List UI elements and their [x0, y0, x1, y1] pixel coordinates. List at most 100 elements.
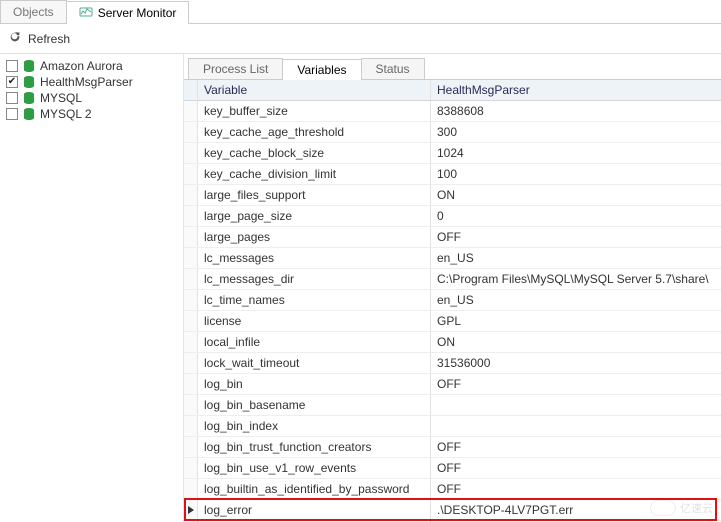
database-icon — [22, 91, 36, 105]
database-icon — [22, 107, 36, 121]
sidebar-item-label: MYSQL — [40, 91, 82, 105]
sub-tabs: Process List Variables Status — [184, 54, 721, 80]
sidebar-item[interactable]: Amazon Aurora — [6, 58, 177, 74]
row-gutter — [184, 164, 198, 184]
table-row[interactable]: log_binOFF — [184, 374, 721, 395]
table-row[interactable]: licenseGPL — [184, 311, 721, 332]
tab-server-monitor-label: Server Monitor — [98, 6, 177, 20]
row-gutter — [184, 458, 198, 478]
sidebar-item-label: MYSQL 2 — [40, 107, 92, 121]
cell-variable: log_bin_basename — [198, 395, 431, 415]
checkbox[interactable] — [6, 60, 18, 72]
cell-value: C:\Program Files\MySQL\MySQL Server 5.7\… — [431, 269, 721, 289]
table-row[interactable]: large_pagesOFF — [184, 227, 721, 248]
checkbox[interactable] — [6, 76, 18, 88]
cell-variable: log_bin_trust_function_creators — [198, 437, 431, 457]
table-row[interactable]: log_bin_index — [184, 416, 721, 437]
table-row[interactable]: lock_wait_timeout31536000 — [184, 353, 721, 374]
cell-value: en_US — [431, 248, 721, 268]
table-row[interactable]: local_infileON — [184, 332, 721, 353]
cell-variable: log_error — [198, 500, 431, 520]
cell-variable: key_cache_division_limit — [198, 164, 431, 184]
cell-variable: key_buffer_size — [198, 101, 431, 121]
table-row[interactable]: log_bin_basename — [184, 395, 721, 416]
cell-value: OFF — [431, 458, 721, 478]
cell-value: en_US — [431, 290, 721, 310]
table-row[interactable]: key_cache_block_size1024 — [184, 143, 721, 164]
table-row[interactable]: log_builtin_as_identified_by_passwordOFF — [184, 479, 721, 500]
cell-variable: license — [198, 311, 431, 331]
table-row[interactable]: key_buffer_size8388608 — [184, 101, 721, 122]
table-row[interactable]: large_files_supportON — [184, 185, 721, 206]
row-gutter — [184, 374, 198, 394]
table-row[interactable]: log_bin_trust_function_creatorsOFF — [184, 437, 721, 458]
cell-value: OFF — [431, 374, 721, 394]
cell-variable: log_builtin_as_identified_by_password — [198, 479, 431, 499]
checkbox[interactable] — [6, 108, 18, 120]
sidebar-item[interactable]: MYSQL 2 — [6, 106, 177, 122]
row-gutter — [184, 479, 198, 499]
cell-variable: lc_time_names — [198, 290, 431, 310]
table-row[interactable]: key_cache_age_threshold300 — [184, 122, 721, 143]
row-pointer-icon — [187, 506, 195, 514]
checkbox[interactable] — [6, 92, 18, 104]
cell-variable: key_cache_age_threshold — [198, 122, 431, 142]
row-gutter — [184, 185, 198, 205]
cell-value: OFF — [431, 227, 721, 247]
table-row[interactable]: lc_time_namesen_US — [184, 290, 721, 311]
row-gutter — [184, 269, 198, 289]
cell-variable: log_bin_use_v1_row_events — [198, 458, 431, 478]
column-header-variable[interactable]: Variable — [198, 80, 431, 100]
cell-variable: large_files_support — [198, 185, 431, 205]
table-row[interactable]: log_error.\DESKTOP-4LV7PGT.err — [184, 500, 721, 521]
refresh-icon[interactable] — [8, 30, 22, 47]
cell-value: 8388608 — [431, 101, 721, 121]
cell-value: 1024 — [431, 143, 721, 163]
database-icon — [22, 59, 36, 73]
cell-variable: large_pages — [198, 227, 431, 247]
row-gutter — [184, 206, 198, 226]
cell-variable: local_infile — [198, 332, 431, 352]
tab-variables[interactable]: Variables — [282, 59, 361, 80]
cell-value: 300 — [431, 122, 721, 142]
table-row[interactable]: log_bin_use_v1_row_eventsOFF — [184, 458, 721, 479]
cell-value: ON — [431, 332, 721, 352]
grid-header: Variable HealthMsgParser — [184, 80, 721, 101]
tab-server-monitor[interactable]: Server Monitor — [66, 1, 190, 24]
cell-value: 100 — [431, 164, 721, 184]
table-row[interactable]: large_page_size0 — [184, 206, 721, 227]
cell-variable: log_bin_index — [198, 416, 431, 436]
grid-gutter-header — [184, 80, 198, 100]
row-gutter — [184, 248, 198, 268]
row-gutter — [184, 500, 198, 520]
tab-status[interactable]: Status — [361, 58, 425, 79]
watermark: 亿速云 — [650, 500, 713, 516]
cell-variable: key_cache_block_size — [198, 143, 431, 163]
sidebar: Amazon AuroraHealthMsgParserMYSQL MYSQL 2 — [0, 54, 184, 522]
cell-variable: large_page_size — [198, 206, 431, 226]
cell-value — [431, 395, 721, 415]
tab-objects[interactable]: Objects — [0, 0, 67, 23]
sidebar-item[interactable]: MYSQL — [6, 90, 177, 106]
sidebar-item[interactable]: HealthMsgParser — [6, 74, 177, 90]
row-gutter — [184, 101, 198, 121]
cell-value: ON — [431, 185, 721, 205]
cell-variable: lc_messages — [198, 248, 431, 268]
cell-variable: lc_messages_dir — [198, 269, 431, 289]
tab-process-list[interactable]: Process List — [188, 58, 283, 79]
cell-value: 31536000 — [431, 353, 721, 373]
table-row[interactable]: lc_messagesen_US — [184, 248, 721, 269]
row-gutter — [184, 395, 198, 415]
row-gutter — [184, 143, 198, 163]
row-gutter — [184, 353, 198, 373]
row-gutter — [184, 290, 198, 310]
cell-variable: lock_wait_timeout — [198, 353, 431, 373]
table-row[interactable]: lc_messages_dirC:\Program Files\MySQL\My… — [184, 269, 721, 290]
column-header-value[interactable]: HealthMsgParser — [431, 80, 721, 100]
main-panel: Process List Variables Status Variable H… — [184, 54, 721, 522]
table-row[interactable]: key_cache_division_limit100 — [184, 164, 721, 185]
refresh-button[interactable]: Refresh — [28, 32, 70, 46]
database-icon — [22, 75, 36, 89]
row-gutter — [184, 311, 198, 331]
variables-grid: Variable HealthMsgParser key_buffer_size… — [184, 80, 721, 522]
